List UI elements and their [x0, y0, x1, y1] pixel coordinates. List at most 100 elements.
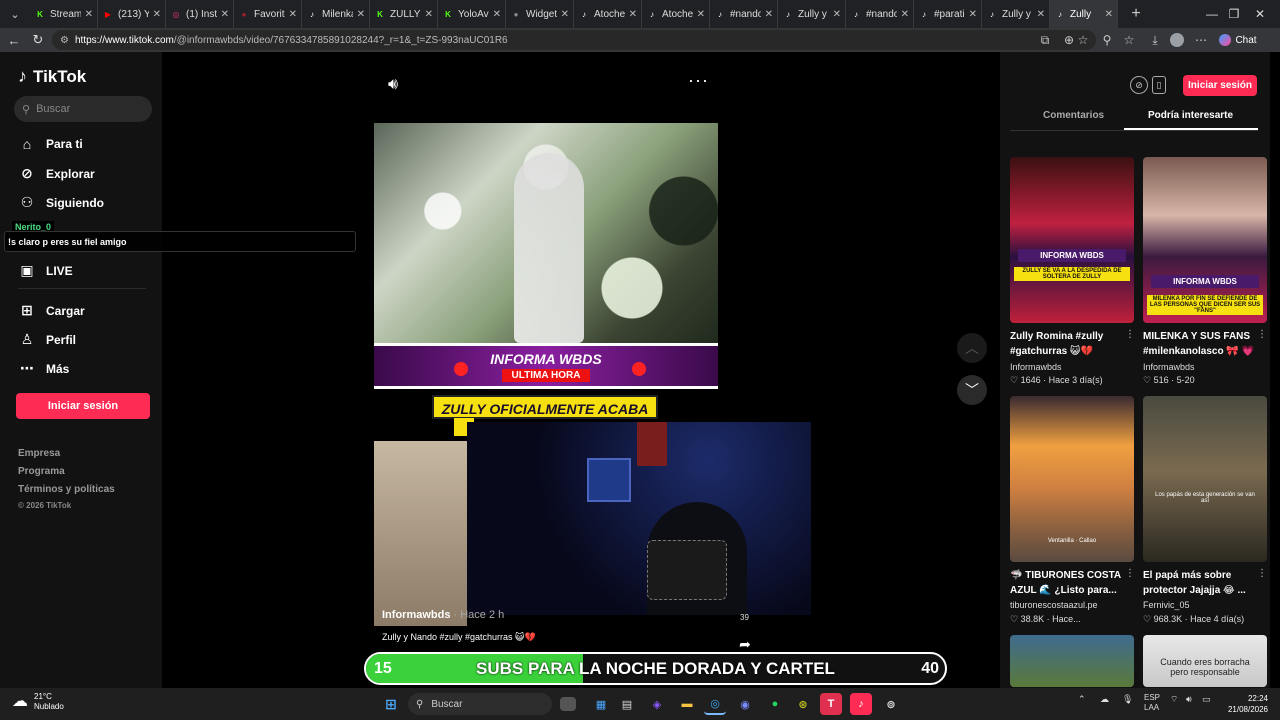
browser-tab[interactable]: ♪ Zully y N ✕ — [778, 0, 846, 28]
close-tab-icon[interactable]: ✕ — [901, 9, 909, 20]
tiktok-logo[interactable]: ♪ TikTok — [18, 66, 86, 87]
browser-tab[interactable]: ♪ #parati ✕ — [914, 0, 982, 28]
tab-list-button[interactable]: ⌄ — [4, 3, 26, 25]
tab-comentarios[interactable]: Comentarios — [1043, 110, 1104, 121]
browser-tab[interactable]: ♪ Milenka ✕ — [302, 0, 370, 28]
close-tab-icon[interactable]: ✕ — [357, 9, 365, 20]
video-author[interactable]: Informawbds · Hace 2 h — [382, 609, 504, 621]
card-title-line2[interactable]: protector Jajajja 😂 ... — [1143, 583, 1267, 598]
card-author[interactable]: tiburonescostaazul.pe — [1010, 600, 1098, 610]
card-author[interactable]: Informawbds — [1143, 362, 1195, 372]
card-more-icon[interactable]: ⋮ — [1257, 329, 1267, 340]
nav-perfil[interactable]: ♙ Perfil — [18, 331, 76, 348]
close-tab-icon[interactable]: ✕ — [493, 9, 501, 20]
close-tab-icon[interactable]: ✕ — [289, 9, 297, 20]
suggested-video-thumb[interactable]: Los papás de esta generación se van así — [1143, 396, 1267, 562]
reload-icon[interactable]: ↻ — [26, 32, 50, 48]
nav-live[interactable]: ▣ LIVE — [18, 262, 72, 279]
close-tab-icon[interactable]: ✕ — [697, 9, 705, 20]
copilot-chat-button[interactable]: Chat — [1216, 28, 1260, 52]
downloads-icon[interactable]: ⤓ — [1144, 28, 1166, 52]
suggested-video-thumb[interactable]: Cuando eres borracha pero responsable — [1143, 635, 1267, 687]
nav-cargar[interactable]: ⊞ Cargar — [18, 302, 85, 319]
suggested-video-thumb[interactable]: INFORMA WBDS ZULLY SE VA A LA DESPEDIDA … — [1010, 157, 1134, 323]
close-tab-icon[interactable]: ✕ — [1037, 9, 1045, 20]
tray-overflow-icon[interactable]: ⌃ — [1078, 694, 1086, 705]
nav-mas[interactable]: ⋯ Más — [18, 360, 69, 377]
taskbar-search[interactable]: ⚲ Buscar — [408, 693, 552, 715]
profile-avatar[interactable] — [1166, 28, 1188, 52]
favorites-icon[interactable]: ☆ — [1118, 28, 1140, 52]
close-tab-icon[interactable]: ✕ — [153, 9, 161, 20]
browser-tab[interactable]: ● Favorito ✕ — [234, 0, 302, 28]
close-tab-icon[interactable]: ✕ — [1105, 9, 1113, 20]
card-title[interactable]: Zully Romina #zully — [1010, 329, 1134, 344]
card-more-icon[interactable]: ⋮ — [1125, 568, 1135, 579]
language-indicator[interactable]: ESP LAA — [1144, 693, 1160, 713]
nav-para-ti[interactable]: ⌂ Para ti — [18, 136, 83, 152]
network-icon[interactable]: ⌔ — [1170, 694, 1178, 705]
browser-tab[interactable]: ♪ #nando ✕ — [710, 0, 778, 28]
browser-tab[interactable]: ♪ #nando ✕ — [846, 0, 914, 28]
system-clock[interactable]: 22:24 21/08/2026 — [1214, 693, 1268, 715]
nav-explorar[interactable]: ⊘ Explorar — [18, 165, 95, 182]
close-tab-icon[interactable]: ✕ — [765, 9, 773, 20]
back-icon[interactable]: ← — [2, 33, 26, 48]
close-tab-icon[interactable]: ✕ — [969, 9, 977, 20]
xbox-icon[interactable]: ⊛ — [792, 693, 814, 715]
site-info-icon[interactable]: ⚙ — [60, 35, 69, 46]
card-title-line2[interactable]: #gatchurras 😺💔 — [1010, 344, 1134, 359]
close-tab-icon[interactable]: ✕ — [85, 9, 93, 20]
search-input[interactable]: ⚲ Buscar — [14, 96, 152, 122]
close-tab-icon[interactable]: ✕ — [221, 9, 229, 20]
calculator-icon[interactable]: ▤ — [616, 693, 638, 715]
volume-icon[interactable]: 🔊︎ — [388, 76, 398, 94]
next-video-preview[interactable] — [374, 441, 467, 626]
close-tab-icon[interactable]: ✕ — [561, 9, 569, 20]
close-tab-icon[interactable]: ✕ — [425, 9, 433, 20]
card-author[interactable]: Fernivic_05 — [1143, 600, 1190, 610]
card-title[interactable]: El papá más sobre — [1143, 568, 1267, 583]
url-field[interactable]: ⚙ https://www.tiktok.com/@informawbds/vi… — [52, 30, 1096, 50]
windows-start-icon[interactable]: ⊞ — [380, 693, 402, 715]
battery-icon[interactable]: ▭ — [1202, 694, 1211, 705]
task-view-icon[interactable] — [560, 697, 576, 711]
tray-cloud-icon[interactable]: ☁ — [1100, 694, 1109, 705]
scroll-down-button[interactable]: ﹀ — [957, 375, 987, 405]
copilot-taskbar-icon[interactable]: ◈ — [646, 693, 668, 715]
browser-tab[interactable]: ● Widget ✕ — [506, 0, 574, 28]
browser-tab[interactable]: ♪ Atoche ✕ — [574, 0, 642, 28]
close-tab-icon[interactable]: ✕ — [833, 9, 841, 20]
footer-empresa[interactable]: Empresa — [18, 448, 60, 459]
file-explorer-icon[interactable]: ▬ — [676, 693, 698, 715]
footer-terminos[interactable]: Términos y políticas — [18, 484, 115, 495]
browser-menu-icon[interactable]: ⋯ — [1190, 28, 1212, 52]
weather-widget[interactable]: ☁ 21°C Nublado — [12, 692, 64, 712]
video-more-icon[interactable]: ··· — [688, 70, 709, 91]
suggested-video-thumb[interactable]: INFORMA WBDS MILENKA POR FIN SE DEFIENDE… — [1143, 157, 1267, 323]
card-title[interactable]: MILENKA Y SUS FANS — [1143, 329, 1267, 344]
new-tab-button[interactable]: + — [1124, 5, 1148, 23]
discord-icon[interactable]: ◉ — [734, 693, 756, 715]
widgets-icon[interactable]: ▦ — [590, 693, 612, 715]
close-window-icon[interactable]: ✕ — [1240, 0, 1280, 28]
spotify-icon[interactable]: ● — [764, 693, 786, 715]
card-title-line2[interactable]: AZUL 🌊 ¿Listo para... — [1010, 583, 1134, 598]
card-author[interactable]: Informawbds — [1010, 362, 1062, 372]
card-more-icon[interactable]: ⋮ — [1125, 329, 1135, 340]
tray-mic-icon[interactable]: 🎙︎ — [1122, 694, 1133, 705]
bookmark-star-icon[interactable]: ☆ — [1072, 28, 1094, 52]
video-player[interactable] — [374, 123, 718, 343]
header-login-button[interactable]: Iniciar sesión — [1183, 75, 1257, 96]
card-more-icon[interactable]: ⋮ — [1257, 568, 1267, 579]
suggested-video-thumb[interactable]: Ventanilla · Callao — [1010, 396, 1134, 562]
sidebar-login-button[interactable]: Iniciar sesión — [16, 393, 150, 419]
browser-tab[interactable]: K YoloAve ✕ — [438, 0, 506, 28]
browser-tab[interactable]: ♪ Zully ✕ — [1050, 0, 1118, 28]
footer-programa[interactable]: Programa — [18, 466, 65, 477]
browser-tab[interactable]: ▶ (213) You ✕ — [98, 0, 166, 28]
suggested-video-thumb[interactable] — [1010, 635, 1134, 687]
close-tab-icon[interactable]: ✕ — [629, 9, 637, 20]
device-icon[interactable]: ▯ — [1152, 76, 1166, 94]
volume-tray-icon[interactable]: 🔊︎ — [1186, 694, 1192, 705]
